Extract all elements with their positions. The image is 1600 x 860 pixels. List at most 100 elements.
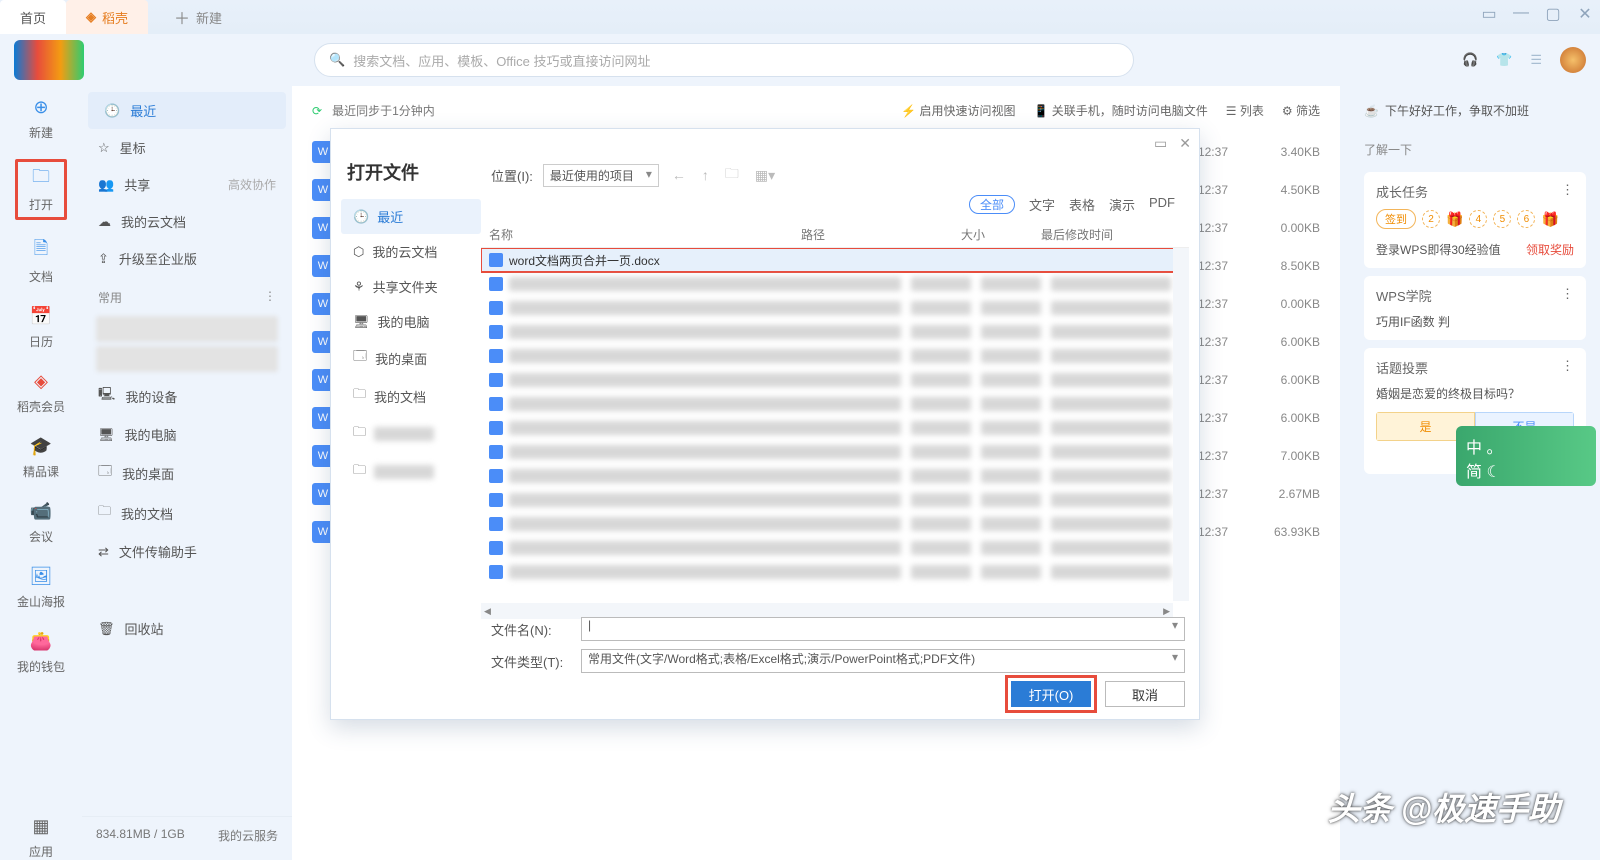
- filter-text[interactable]: 文字: [1029, 195, 1055, 214]
- sidebar-cloud[interactable]: ☁我的云文档: [82, 203, 292, 240]
- dlgnav-pc[interactable]: 🖥我的电脑: [341, 304, 481, 339]
- filter-sheet[interactable]: 表格: [1069, 195, 1095, 214]
- window-close-icon[interactable]: ✕: [1576, 4, 1594, 24]
- card-menu-icon[interactable]: ⋮: [1561, 286, 1574, 305]
- file-list-row[interactable]: [481, 560, 1189, 584]
- file-list-row[interactable]: [481, 416, 1189, 440]
- dlgnav-docs[interactable]: 🗀我的文档: [341, 377, 481, 415]
- search-input[interactable]: 🔍 搜索文档、应用、模板、Office 技巧或直接访问网址: [314, 43, 1134, 77]
- file-list-row[interactable]: [481, 512, 1189, 536]
- new-folder-icon[interactable]: 🗀: [722, 163, 742, 187]
- rail-open[interactable]: 🗀打开: [15, 159, 67, 220]
- window-drop-icon[interactable]: ▭: [1480, 4, 1498, 24]
- dlgnav-cloud[interactable]: ⬡我的云文档: [341, 234, 481, 269]
- view-list[interactable]: ☰ 列表: [1226, 102, 1264, 119]
- sidebar-item-blurred[interactable]: [96, 316, 278, 342]
- filter-toggle[interactable]: ⚙ 筛选: [1282, 102, 1320, 119]
- view-mode-icon[interactable]: ▦▾: [752, 167, 778, 184]
- rail-wallet[interactable]: 👛我的钱包: [17, 628, 65, 675]
- file-list-row[interactable]: [481, 440, 1189, 464]
- location-select[interactable]: 最近使用的项目: [543, 164, 659, 187]
- sidebar-recent[interactable]: 🕒最近: [88, 92, 286, 129]
- dlgnav-recent[interactable]: 🕒最近: [341, 199, 481, 234]
- filetype-select[interactable]: 常用文件(文字/Word格式;表格/Excel格式;演示/PowerPoint格…: [581, 649, 1185, 673]
- headphone-icon[interactable]: 🎧: [1462, 52, 1478, 68]
- file-list-row[interactable]: [481, 296, 1189, 320]
- sidebar-star-label: 星标: [120, 138, 146, 157]
- sidebar-upgrade[interactable]: ⇪升级至企业版: [82, 240, 292, 277]
- quick-view-toggle[interactable]: ⚡ 启用快速访问视图: [901, 102, 1015, 119]
- rail-daoke[interactable]: ◈稻壳会员: [17, 368, 65, 415]
- filter-slide[interactable]: 演示: [1109, 195, 1135, 214]
- sidebar-share[interactable]: 👥共享高效协作: [82, 166, 292, 203]
- dlgnav-blurred[interactable]: 🗀: [341, 453, 481, 491]
- col-name[interactable]: 名称: [489, 226, 801, 243]
- file-list-row[interactable]: [481, 368, 1189, 392]
- shirt-icon[interactable]: 👕: [1496, 52, 1512, 68]
- dlgnav-shared[interactable]: ⚘共享文件夹: [341, 269, 481, 304]
- filter-pdf[interactable]: PDF: [1149, 195, 1175, 214]
- file-list-row[interactable]: [481, 392, 1189, 416]
- sidebar-desktop[interactable]: 🗔我的桌面: [82, 453, 292, 493]
- open-button[interactable]: 打开(O): [1011, 681, 1091, 707]
- window-min-icon[interactable]: —: [1512, 4, 1530, 24]
- sidebar-transfer[interactable]: ⇄文件传输助手: [82, 533, 292, 570]
- filename-label: 文件名(N):: [491, 620, 571, 639]
- window-max-icon[interactable]: ▢: [1544, 4, 1562, 24]
- tab-new[interactable]: ＋新建: [154, 0, 242, 34]
- link-phone[interactable]: 📱 关联手机，随时访问电脑文件: [1033, 102, 1207, 119]
- rail-doc[interactable]: 🗎文档: [28, 238, 54, 285]
- file-icon: [489, 325, 503, 339]
- dlgnav-blurred[interactable]: 🗀: [341, 415, 481, 453]
- learn-more[interactable]: 了解一下: [1364, 141, 1412, 158]
- rail-course[interactable]: 🎓精品课: [23, 433, 59, 480]
- filter-all[interactable]: 全部: [969, 195, 1015, 214]
- watermark-text: 头条 @极速手助: [1328, 784, 1560, 830]
- file-list-row[interactable]: [481, 272, 1189, 296]
- dialog-close-icon[interactable]: ✕: [1179, 135, 1191, 152]
- claim-reward-link[interactable]: 领取奖励: [1526, 241, 1574, 258]
- rail-new[interactable]: ⊕新建: [28, 94, 54, 141]
- scrollbar-vertical[interactable]: [1173, 248, 1189, 601]
- share-icon: ⚘: [353, 279, 365, 295]
- sidebar-docs[interactable]: 🗀我的文档: [82, 493, 292, 533]
- nav-back-icon[interactable]: ←: [669, 167, 689, 183]
- rail-course-label: 精品课: [23, 463, 59, 480]
- card-menu-icon[interactable]: ⋮: [1561, 358, 1574, 377]
- sidebar-item-blurred[interactable]: [96, 346, 278, 372]
- sidebar-trash[interactable]: 🗑回收站: [82, 610, 292, 647]
- file-list-row[interactable]: [481, 536, 1189, 560]
- sidebar-pc[interactable]: 🖥我的电脑: [82, 416, 292, 453]
- file-list-row[interactable]: [481, 488, 1189, 512]
- tab-daoke[interactable]: ◈稻壳: [66, 0, 148, 34]
- more-icon[interactable]: ⋮: [264, 289, 276, 306]
- rail-meeting[interactable]: 📹会议: [28, 498, 54, 545]
- file-list-row[interactable]: [481, 464, 1189, 488]
- avatar[interactable]: [1560, 47, 1586, 73]
- file-list-row[interactable]: [481, 344, 1189, 368]
- rail-apps[interactable]: ▦应用: [28, 813, 54, 860]
- academy-tip[interactable]: 巧用IF函数 判: [1376, 313, 1574, 330]
- card-menu-icon[interactable]: ⋮: [1561, 182, 1574, 201]
- filename-input[interactable]: |: [581, 617, 1185, 641]
- file-list-row-selected[interactable]: word文档两页合并一页.docx: [481, 248, 1189, 272]
- cancel-button[interactable]: 取消: [1105, 681, 1185, 707]
- file-list-row[interactable]: [481, 320, 1189, 344]
- rail-calendar[interactable]: 📅日历: [28, 303, 54, 350]
- checkin-badge[interactable]: 签到: [1376, 209, 1416, 229]
- sidebar-star[interactable]: ☆星标: [82, 129, 292, 166]
- nav-up-icon[interactable]: ↑: [699, 167, 712, 183]
- menu-icon[interactable]: ☰: [1530, 52, 1542, 68]
- dialog-min-icon[interactable]: ▭: [1154, 135, 1167, 152]
- apps-icon: ▦: [28, 813, 54, 839]
- docx-icon: [489, 253, 503, 267]
- tab-home[interactable]: 首页: [0, 0, 66, 34]
- col-path[interactable]: 路径: [801, 226, 961, 243]
- ime-indicator[interactable]: 中 。 简 ☾: [1456, 426, 1596, 486]
- col-modified[interactable]: 最后修改时间: [1041, 226, 1181, 243]
- sidebar-device[interactable]: 🖳我的设备: [82, 376, 292, 416]
- cloud-service-link[interactable]: 我的云服务: [218, 827, 278, 844]
- dlgnav-desktop[interactable]: 🗔我的桌面: [341, 339, 481, 377]
- rail-poster[interactable]: 🖼金山海报: [17, 563, 65, 610]
- col-size[interactable]: 大小: [961, 226, 1041, 243]
